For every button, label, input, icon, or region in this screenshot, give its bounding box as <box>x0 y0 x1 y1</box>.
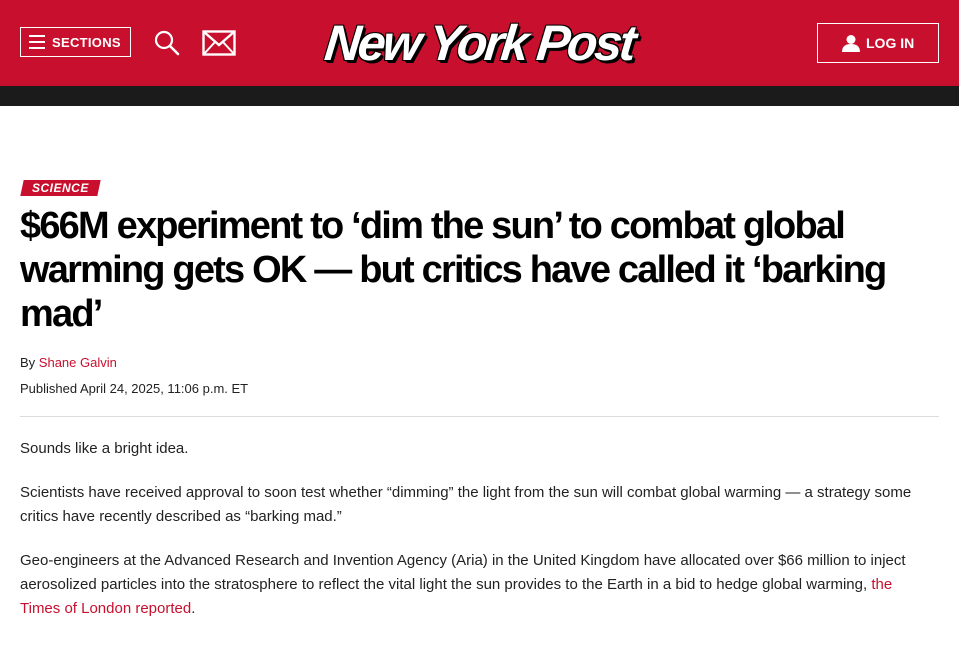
sections-button[interactable]: SECTIONS <box>20 27 131 57</box>
logo-text: New York Post <box>321 15 637 71</box>
paragraph-3-end: . <box>191 600 196 617</box>
login-button[interactable]: LOG IN <box>817 23 939 63</box>
paragraph-3-text: Geo-engineers at the Advanced Research a… <box>20 552 906 593</box>
paragraph-1: Sounds like a bright idea. <box>20 440 189 457</box>
sections-label: SECTIONS <box>52 34 121 50</box>
nav-subbar <box>0 86 959 106</box>
published-date: Published April 24, 2025, 11:06 p.m. ET <box>20 381 249 396</box>
site-header: SECTIONS New York Post LOG IN <box>0 0 959 86</box>
mail-icon[interactable] <box>202 30 236 56</box>
menu-icon <box>29 35 45 49</box>
byline-prefix: By <box>20 355 36 370</box>
site-logo[interactable]: New York Post <box>295 14 663 72</box>
section-kicker[interactable]: SCIENCE <box>20 180 101 196</box>
article-headline: $66M experiment to ‘dim the sun’ to comb… <box>20 205 887 335</box>
divider <box>20 416 939 417</box>
kicker-label: SCIENCE <box>32 181 89 195</box>
login-label: LOG IN <box>866 35 915 51</box>
search-icon[interactable] <box>153 29 181 57</box>
author-link[interactable]: Shane Galvin <box>39 355 117 370</box>
paragraph-3: Geo-engineers at the Advanced Research a… <box>20 549 920 621</box>
paragraph-2: Scientists have received approval to soo… <box>20 484 912 525</box>
byline: By Shane Galvin <box>20 355 117 370</box>
user-icon <box>842 35 860 52</box>
